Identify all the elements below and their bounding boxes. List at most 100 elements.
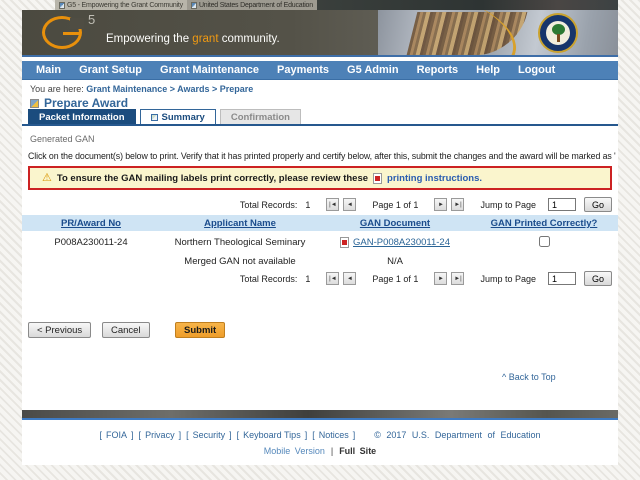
footer-separator: | xyxy=(330,446,334,456)
breadcrumb: You are here: Grant Maintenance > Awards… xyxy=(30,84,253,94)
go-button[interactable]: Go xyxy=(583,271,612,286)
warning-text: To ensure the GAN mailing labels print c… xyxy=(56,172,369,184)
first-page-button[interactable]: |◄ xyxy=(326,198,340,211)
gan-document-link[interactable]: GAN-P008A230011-24 xyxy=(353,237,450,248)
print-instructions-text: Click on the document(s) below to print.… xyxy=(28,151,616,161)
page-indicator: Page 1 of 1 xyxy=(372,273,419,284)
breadcrumb-prefix: You are here: xyxy=(30,84,84,94)
gan-printed-checkbox[interactable] xyxy=(538,235,550,247)
total-records-label: Total Records: xyxy=(239,199,298,210)
tab-packet-information[interactable]: Packet Information xyxy=(28,109,136,124)
award-no-cell: P008A230011-24 xyxy=(54,237,128,248)
g5-prepare-award-page: G5 - Empowering the Grant Community Unit… xyxy=(0,0,640,480)
nav-item-grant-maintenance[interactable]: Grant Maintenance xyxy=(160,64,259,76)
prev-page-button[interactable]: ◄ xyxy=(343,198,357,211)
pagination-top: Total Records: 1 |◄ ◄ Page 1 of 1 ► ►| J… xyxy=(22,197,618,212)
copyright-text: © 2017 U.S. Department of Education xyxy=(374,430,541,440)
footer-links: [FOIA] [Privacy] [Security] [Keyboard Ti… xyxy=(22,430,618,440)
seal-inner-circle xyxy=(546,21,570,45)
cancel-button[interactable]: Cancel xyxy=(102,322,150,338)
column-header-gan-document[interactable]: GAN Document xyxy=(320,218,470,229)
nav-item-reports[interactable]: Reports xyxy=(417,64,459,76)
window-title-g5-label: G5 - Empowering the Grant Community xyxy=(67,1,183,9)
page-title: Prepare Award xyxy=(44,96,129,110)
submit-button[interactable]: Submit xyxy=(175,322,226,338)
g5-favicon-icon xyxy=(59,1,65,9)
tab-underline xyxy=(22,124,618,126)
next-page-button[interactable]: ► xyxy=(434,198,448,211)
tab-summary[interactable]: Summary xyxy=(139,109,216,124)
page-indicator: Page 1 of 1 xyxy=(372,199,419,210)
window-title-strip: G5 - Empowering the Grant Community Unit… xyxy=(55,0,618,10)
window-title-ed-label: United States Department of Education xyxy=(198,1,313,9)
total-records-value: 1 xyxy=(305,273,311,284)
go-button[interactable]: Go xyxy=(583,197,612,212)
jump-to-page-label: Jump to Page xyxy=(480,199,536,210)
column-header-award-no[interactable]: PR/Award No xyxy=(22,218,160,229)
banner-tagline: Empowering the grant community. xyxy=(106,33,280,45)
footer-link-notices[interactable]: [Notices] xyxy=(312,430,355,440)
nav-item-grant-setup[interactable]: Grant Setup xyxy=(79,64,142,76)
footer-link-keyboard-tips[interactable]: [Keyboard Tips] xyxy=(237,430,308,440)
nav-item-main[interactable]: Main xyxy=(36,64,61,76)
classroom-photo xyxy=(548,372,618,410)
nav-item-g5-admin[interactable]: G5 Admin xyxy=(347,64,399,76)
prepare-award-icon xyxy=(30,98,39,108)
last-page-button[interactable]: ►| xyxy=(451,198,465,211)
library-photo xyxy=(340,10,618,55)
table-row: Merged GAN not available N/A xyxy=(22,254,618,269)
previous-button[interactable]: < Previous xyxy=(28,322,92,338)
footer-link-privacy[interactable]: [Privacy] xyxy=(139,430,182,440)
jump-to-page-input[interactable] xyxy=(547,272,576,285)
full-site-link[interactable]: Full Site xyxy=(339,446,376,456)
footer-dark-bar xyxy=(22,410,618,418)
gan-table: PR/Award No Applicant Name GAN Document … xyxy=(22,215,618,269)
column-header-gan-printed[interactable]: GAN Printed Correctly? xyxy=(470,218,618,229)
total-records-value: 1 xyxy=(305,199,311,210)
footer-blue-line xyxy=(22,418,618,420)
column-header-applicant[interactable]: Applicant Name xyxy=(160,218,320,229)
jump-to-page-label: Jump to Page xyxy=(480,273,536,284)
merged-gan-cell: Merged GAN not available xyxy=(184,256,296,267)
gan-printed-cell xyxy=(470,235,618,250)
total-records-label: Total Records: xyxy=(239,273,298,284)
tab-bar: Packet Information Summary Confirmation xyxy=(28,109,301,124)
footer-link-foia[interactable]: [FOIA] xyxy=(100,430,134,440)
window-title-g5: G5 - Empowering the Grant Community xyxy=(55,0,187,10)
pdf-icon xyxy=(340,237,349,248)
summary-tab-icon xyxy=(150,113,158,121)
mobile-version-link[interactable]: Mobile Version xyxy=(264,446,325,456)
printing-instructions-link[interactable]: printing instructions. xyxy=(387,173,482,184)
ed-favicon-icon xyxy=(190,1,197,9)
g5-logo-five: 5 xyxy=(88,12,96,27)
generated-gan-label: Generated GAN xyxy=(30,134,95,144)
main-nav-bar: Main Grant Setup Grant Maintenance Payme… xyxy=(22,61,618,80)
last-page-button[interactable]: ►| xyxy=(451,272,465,285)
warning-triangle-icon: ⚠ xyxy=(42,171,52,184)
g5-banner: 5 Empowering the grant community. xyxy=(22,10,618,57)
window-title-ed: United States Department of Education xyxy=(186,0,317,10)
nav-item-help[interactable]: Help xyxy=(476,64,500,76)
table-header-row: PR/Award No Applicant Name GAN Document … xyxy=(22,215,618,231)
pdf-icon xyxy=(373,172,383,184)
gan-document-cell: GAN-P008A230011-24 xyxy=(320,237,470,248)
nav-item-payments[interactable]: Payments xyxy=(277,64,329,76)
dept-of-education-seal xyxy=(538,13,578,53)
table-row: P008A230011-24 Northern Theological Semi… xyxy=(22,231,618,254)
merged-gan-na-cell: N/A xyxy=(387,256,403,267)
gan-warning-box: ⚠ To ensure the GAN mailing labels print… xyxy=(28,166,612,190)
pagination-bottom: Total Records: 1 |◄ ◄ Page 1 of 1 ► ►| J… xyxy=(22,271,618,286)
tab-confirmation[interactable]: Confirmation xyxy=(219,109,301,124)
footer-link-security[interactable]: [Security] xyxy=(186,430,232,440)
banner-blackboard-photo xyxy=(316,0,618,10)
jump-to-page-input[interactable] xyxy=(547,198,576,211)
page-title-row: Prepare Award xyxy=(30,96,128,110)
applicant-cell: Northern Theological Seminary xyxy=(174,237,306,248)
nav-item-logout[interactable]: Logout xyxy=(518,64,555,76)
prev-page-button[interactable]: ◄ xyxy=(343,272,357,285)
next-page-button[interactable]: ► xyxy=(434,272,448,285)
seal-tree-trunk xyxy=(557,34,560,42)
first-page-button[interactable]: |◄ xyxy=(326,272,340,285)
breadcrumb-path[interactable]: Grant Maintenance > Awards > Prepare xyxy=(86,84,253,94)
mobile-version-row: Mobile Version | Full Site xyxy=(22,446,618,456)
